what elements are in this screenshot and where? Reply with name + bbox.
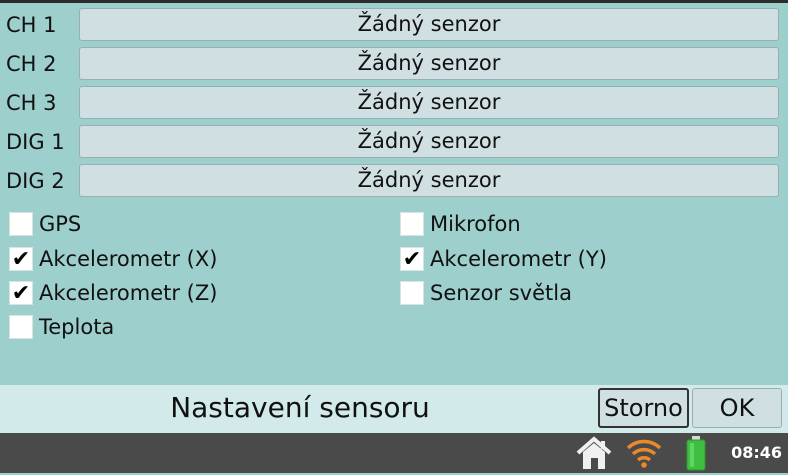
checkbox-row-mikrofon[interactable]: Mikrofon — [400, 210, 770, 238]
checkbox-row-accel-x[interactable]: ✔ Akcelerometr (X) — [9, 245, 369, 273]
channel-label: DIG 1 — [6, 130, 65, 154]
dialog-footer: Nastavení sensoru Storno OK — [0, 385, 788, 433]
cancel-button[interactable]: Storno — [598, 388, 689, 428]
light-sensor-checkbox[interactable] — [400, 281, 424, 305]
checkbox-row-gps[interactable]: GPS — [9, 210, 369, 238]
channel-label: CH 3 — [6, 91, 57, 115]
accel-x-label: Akcelerometr (X) — [39, 247, 218, 271]
channel-row-ch2: CH 2 Žádný senzor — [0, 46, 788, 82]
sensor-select-button-ch3[interactable]: Žádný senzor — [79, 86, 779, 119]
channel-label: CH 1 — [6, 13, 57, 37]
page-title: Nastavení sensoru — [170, 391, 430, 424]
channel-row-dig1: DIG 1 Žádný senzor — [0, 124, 788, 160]
accel-y-checkbox[interactable]: ✔ — [400, 247, 424, 272]
teplota-checkbox[interactable] — [9, 315, 33, 339]
mikrofon-checkbox[interactable] — [400, 212, 424, 236]
battery-icon — [684, 435, 708, 475]
mikrofon-label: Mikrofon — [430, 212, 521, 236]
clock-time: 08:46 — [731, 443, 782, 462]
gps-checkbox[interactable] — [9, 212, 33, 236]
channel-label: CH 2 — [6, 52, 57, 76]
sensor-select-button-ch1[interactable]: Žádný senzor — [79, 8, 779, 41]
checkbox-row-accel-y[interactable]: ✔ Akcelerometr (Y) — [400, 245, 770, 273]
status-bar: 08:46 — [0, 433, 788, 473]
channel-label: DIG 2 — [6, 169, 65, 193]
accel-z-checkbox[interactable]: ✔ — [9, 281, 33, 306]
channel-row-dig2: DIG 2 Žádný senzor — [0, 163, 788, 199]
accel-z-label: Akcelerometr (Z) — [39, 281, 218, 305]
teplota-label: Teplota — [39, 315, 115, 339]
checkbox-row-teplota[interactable]: Teplota — [9, 313, 369, 341]
sensor-select-button-dig1[interactable]: Žádný senzor — [79, 125, 779, 158]
gps-label: GPS — [39, 212, 82, 236]
sensor-select-button-dig2[interactable]: Žádný senzor — [79, 164, 779, 197]
checkbox-row-accel-z[interactable]: ✔ Akcelerometr (Z) — [9, 279, 369, 307]
sensor-select-button-ch2[interactable]: Žádný senzor — [79, 47, 779, 80]
sensor-settings-panel: CH 1 Žádný senzor CH 2 Žádný senzor CH 3… — [0, 3, 788, 385]
channel-row-ch3: CH 3 Žádný senzor — [0, 85, 788, 121]
home-icon[interactable] — [574, 436, 614, 474]
checkbox-row-light[interactable]: Senzor světla — [400, 279, 770, 307]
channel-row-ch1: CH 1 Žádný senzor — [0, 7, 788, 43]
wifi-icon — [626, 437, 662, 473]
ok-button[interactable]: OK — [692, 388, 782, 428]
accel-y-label: Akcelerometr (Y) — [430, 247, 607, 271]
accel-x-checkbox[interactable]: ✔ — [9, 247, 33, 272]
light-sensor-label: Senzor světla — [430, 281, 572, 305]
